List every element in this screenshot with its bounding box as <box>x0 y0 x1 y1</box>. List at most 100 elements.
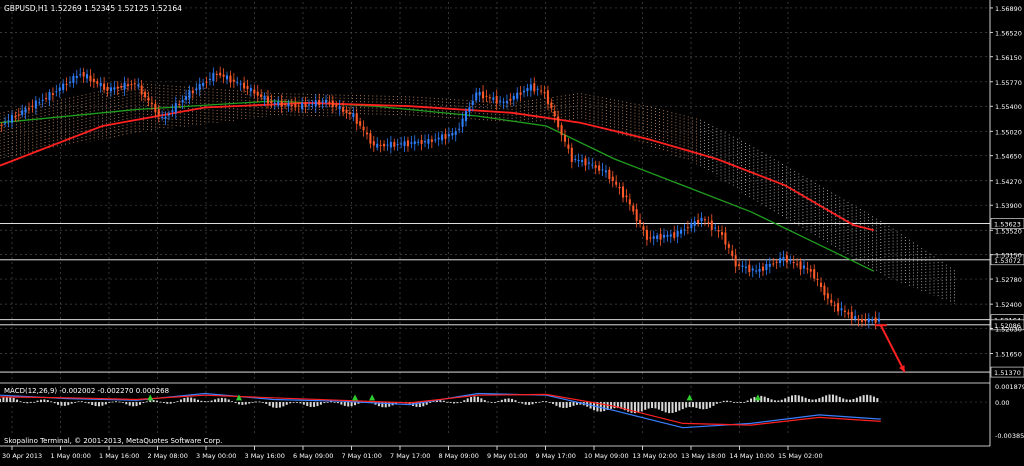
candle-body-108 <box>369 133 372 144</box>
candle-body-227 <box>775 261 778 263</box>
candle-body-44 <box>150 102 153 105</box>
candle-body-88 <box>301 102 304 110</box>
candle-body-173 <box>591 164 594 166</box>
macd-hist-bar-224 <box>763 396 766 403</box>
candle-body-200 <box>683 229 686 231</box>
candle-body-230 <box>785 255 788 263</box>
candle-body-74 <box>253 89 256 94</box>
macd-hist-bar-80 <box>272 402 275 408</box>
macd-hist-bar-87 <box>296 402 298 403</box>
candle-body-146 <box>499 100 502 102</box>
candle-body-5 <box>17 114 20 116</box>
macd-hist-bar-199 <box>678 402 681 411</box>
macd-hist-bar-254 <box>866 394 869 403</box>
x-tick-label-8: 7 May 17:00 <box>390 452 430 460</box>
macd-hist-bar-134 <box>456 402 459 404</box>
x-tick-label-5: 3 May 16:00 <box>245 452 285 460</box>
macd-hist-bar-237 <box>808 399 811 403</box>
candle-body-177 <box>604 170 607 173</box>
candle-body-49 <box>167 113 171 116</box>
macd-hist-bar-244 <box>831 394 834 403</box>
candle-body-47 <box>161 117 164 119</box>
candle-body-21 <box>72 75 75 83</box>
macd-hist-bar-213 <box>726 400 729 403</box>
macd-hist-bar-59 <box>200 400 203 403</box>
x-tick-label-2: 1 May 16:00 <box>99 452 139 460</box>
candle-body-107 <box>365 132 369 135</box>
macd-hist-bar-143 <box>487 401 490 403</box>
y-tick-label-6: 1.54650 <box>995 153 1022 161</box>
macd-hist-bar-147 <box>500 399 503 403</box>
macd-hist-bar-14 <box>46 400 49 403</box>
macd-hist-bar-251 <box>855 397 858 403</box>
candle-body-226 <box>772 263 775 265</box>
candle-body-26 <box>89 75 92 82</box>
macd-hist-bar-91 <box>309 402 312 407</box>
candle-body-99 <box>338 106 341 110</box>
macd-hist-bar-205 <box>698 402 701 409</box>
macd-hist-bar-16 <box>53 402 56 404</box>
macd-hist-bar-230 <box>784 398 787 403</box>
candle-body-205 <box>700 217 703 221</box>
candle-body-248 <box>847 312 850 315</box>
candle-body-14 <box>48 91 51 101</box>
macd-hist-bar-218 <box>743 402 746 403</box>
candle-body-54 <box>185 96 188 100</box>
candle-body-179 <box>611 176 614 181</box>
candle-body-162 <box>553 111 556 117</box>
candle-body-28 <box>96 81 99 84</box>
candle-body-24 <box>82 71 85 77</box>
macd-hist-bar-58 <box>197 399 199 403</box>
macd-hist-bar-69 <box>234 402 237 404</box>
macd-hist-bar-241 <box>821 396 824 403</box>
macd-hist-bar-257 <box>876 398 879 403</box>
macd-hist-bar-99 <box>336 402 339 404</box>
macd-hist-bar-101 <box>343 402 346 406</box>
candle-body-142 <box>485 95 488 97</box>
candle-body-178 <box>608 169 611 180</box>
macd-hist-bar-32 <box>108 402 111 403</box>
candle-body-191 <box>652 236 655 239</box>
candle-body-232 <box>792 262 795 264</box>
candle-body-87 <box>297 105 300 107</box>
macd-hist-bar-82 <box>278 402 281 408</box>
macd-hist-bar-210 <box>715 402 718 404</box>
y-tick-label-14: 1.51650 <box>995 351 1022 359</box>
candle-body-140 <box>478 91 481 96</box>
candle-body-31 <box>106 86 109 91</box>
macd-hist-bar-10 <box>33 401 36 403</box>
candle-body-55 <box>188 90 191 99</box>
candle-body-157 <box>536 88 539 90</box>
candle-body-145 <box>495 96 498 104</box>
macd-hist-bar-253 <box>862 395 865 403</box>
candle-body-225 <box>768 263 771 267</box>
candle-body-109 <box>372 141 375 146</box>
macd-hist-bar-0 <box>0 398 1 403</box>
macd-hist-bar-133 <box>453 402 456 404</box>
candle-body-123 <box>420 140 423 144</box>
candle-body-25 <box>86 74 89 79</box>
candle-body-244 <box>833 304 836 306</box>
candle-body-63 <box>215 73 218 75</box>
candle-body-247 <box>843 310 846 312</box>
candle-body-19 <box>65 83 68 85</box>
macd-hist-bar-180 <box>613 402 616 409</box>
candle-body-69 <box>236 82 239 84</box>
candle-body-196 <box>669 234 672 237</box>
candle-body-128 <box>437 137 440 140</box>
macd-hist-bar-225 <box>767 397 770 403</box>
macd-hist-bar-39 <box>132 402 135 407</box>
macd-y-label-0: 0.001879 <box>995 383 1024 391</box>
x-tick-label-15: 14 May 10:00 <box>730 452 775 460</box>
candle-body-158 <box>540 90 543 92</box>
candle-body-27 <box>92 78 95 83</box>
macd-hist-bar-70 <box>237 402 240 405</box>
candle-body-211 <box>720 232 724 235</box>
candle-body-181 <box>618 187 621 189</box>
candle-body-213 <box>727 244 730 248</box>
y-tick-label-3: 1.55770 <box>995 79 1022 87</box>
x-tick-label-16: 15 May 02:00 <box>778 452 823 460</box>
macd-hist-bar-37 <box>125 402 128 405</box>
macd-hist-bar-44 <box>149 400 152 403</box>
candle-body-38 <box>130 84 133 86</box>
